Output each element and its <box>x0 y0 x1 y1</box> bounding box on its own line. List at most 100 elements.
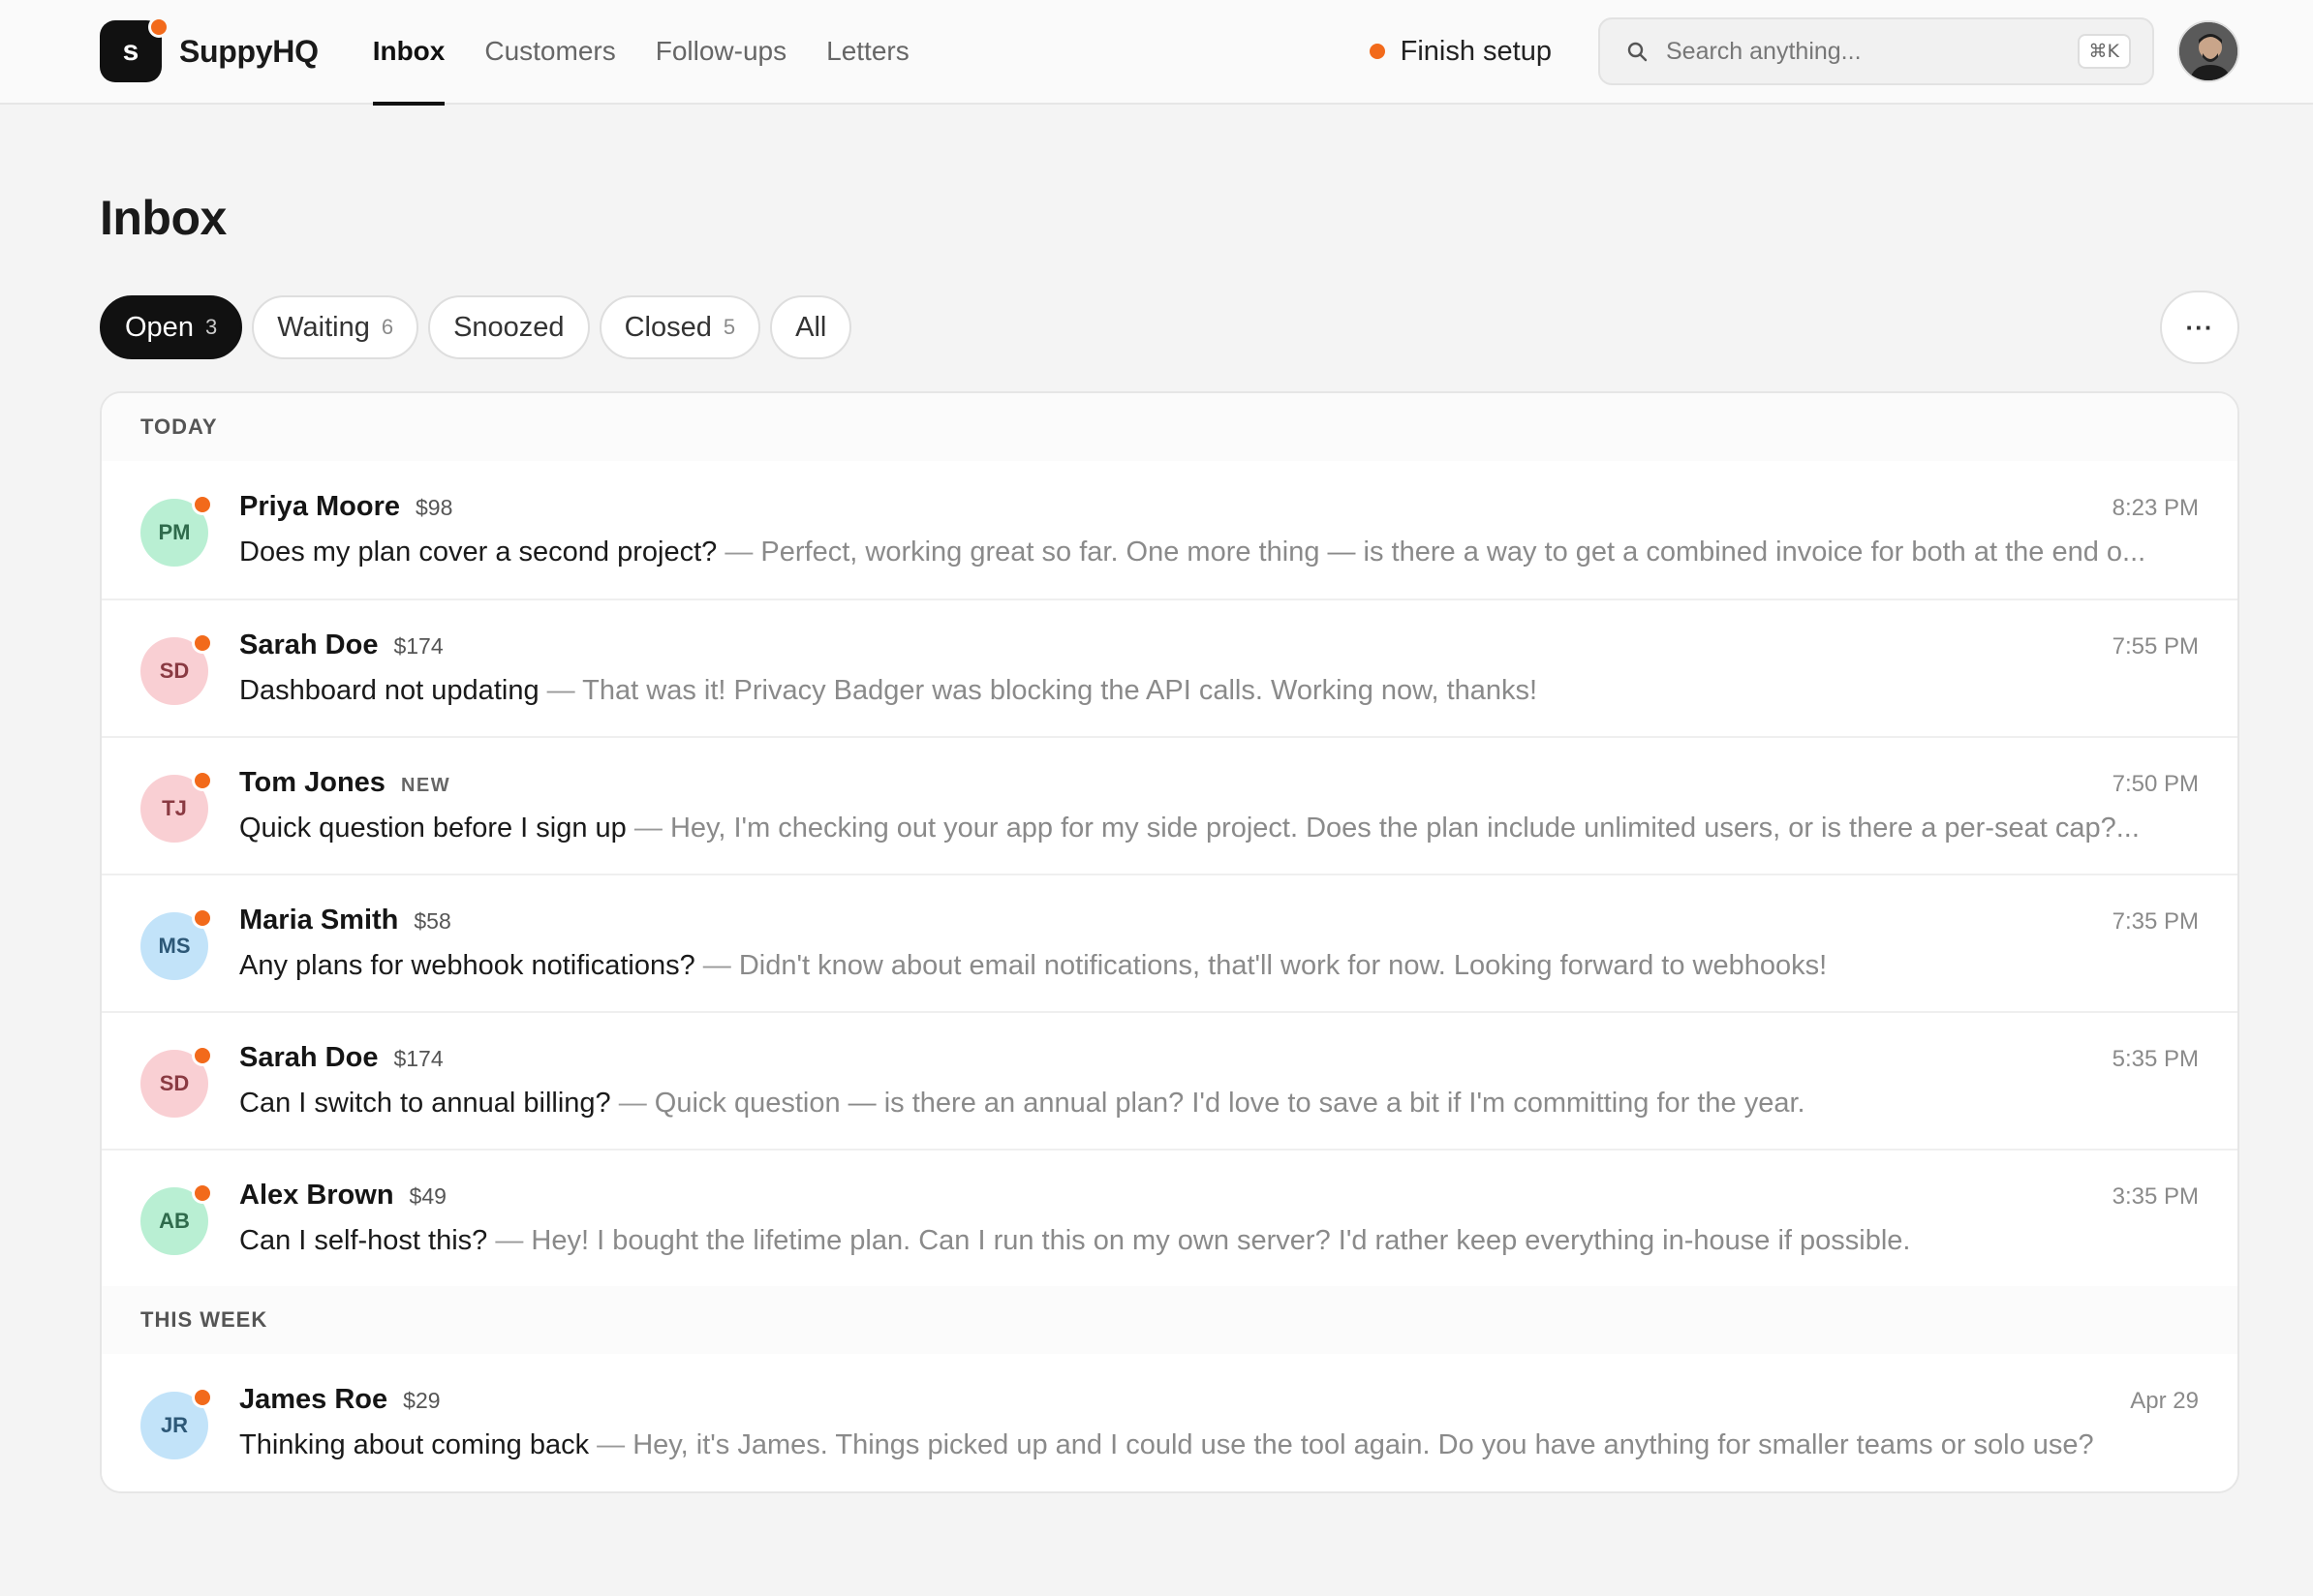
customer-avatar: SD <box>140 1045 213 1118</box>
conversation-summary: Quick question before I sign up — Hey, I… <box>239 813 2199 844</box>
conversation-header: Priya Moore $98 8:23 PM <box>239 491 2199 523</box>
nav-tab-inbox[interactable]: Inbox <box>372 0 445 106</box>
customer-value: $29 <box>403 1388 441 1413</box>
conversation-row[interactable]: JR James Roe $29 Apr 29 Thinking about comin… <box>102 1354 2237 1491</box>
app-name: SuppyHQ <box>179 33 319 69</box>
customer-avatar: PM <box>140 494 213 567</box>
filter-chip-label: Open <box>125 311 194 343</box>
section-header: THIS WEEK <box>102 1286 2237 1354</box>
conversation-body: Priya Moore $98 8:23 PM Does my plan cover … <box>239 491 2199 568</box>
logo-letter: s <box>122 35 139 67</box>
search-box[interactable]: ⌘K <box>1598 17 2154 85</box>
subject-separator: — <box>589 1429 633 1460</box>
nav-tab-follow-ups[interactable]: Follow-ups <box>656 0 786 104</box>
customer-value: $174 <box>393 1046 444 1071</box>
customer-avatar: TJ <box>140 770 213 843</box>
conversation-subject: Can I switch to annual billing? <box>239 1088 611 1119</box>
conversation-row[interactable]: PM Priya Moore $98 8:23 PM Does my plan cove… <box>102 461 2237 598</box>
finish-setup-button[interactable]: Finish setup <box>1369 36 1552 68</box>
user-avatar[interactable] <box>2177 20 2239 82</box>
filter-chip-snoozed[interactable]: Snoozed <box>428 295 590 359</box>
customer-value: $174 <box>393 633 444 659</box>
conversation-header: Alex Brown $49 3:35 PM <box>239 1180 2199 1212</box>
conversation-header: Maria Smith $58 7:35 PM <box>239 905 2199 936</box>
avatar-initials: SD <box>159 659 190 683</box>
filter-chip-all[interactable]: All <box>770 295 852 359</box>
conversation-row[interactable]: TJ Tom Jones NEW 7:50 PM Quick question befo… <box>102 736 2237 874</box>
conversation-summary: Can I self-host this? — Hey! I bought th… <box>239 1225 2199 1257</box>
conversation-summary: Does my plan cover a second project? — P… <box>239 537 2199 568</box>
subject-separator: — <box>626 813 670 844</box>
conversation-summary: Thinking about coming back — Hey, it's J… <box>239 1429 2199 1461</box>
conversation-body: Tom Jones NEW 7:50 PM Quick question before… <box>239 767 2199 844</box>
message-preview: Perfect, working great so far. One more … <box>760 537 2146 568</box>
customer-name: Sarah Doe <box>239 629 379 660</box>
conversation-summary: Dashboard not updating — That was it! Pr… <box>239 675 2199 707</box>
search-input[interactable] <box>1666 37 2078 66</box>
subject-separator: — <box>610 1088 655 1119</box>
more-options-button[interactable]: ··· <box>2160 291 2239 364</box>
nav-tab-customers[interactable]: Customers <box>484 0 615 104</box>
customer-name: Priya Moore <box>239 491 400 522</box>
conversation-header: Sarah Doe $174 5:35 PM <box>239 1042 2199 1074</box>
conversation-body: Alex Brown $49 3:35 PM Can I self-host this… <box>239 1180 2199 1257</box>
filter-chip-waiting[interactable]: Waiting 6 <box>252 295 419 359</box>
message-preview: Hey, it's James. Things picked up and I … <box>632 1429 2094 1460</box>
section-header: TODAY <box>102 393 2237 461</box>
message-preview: Hey, I'm checking out your app for my si… <box>669 813 2140 844</box>
subject-separator: — <box>487 1225 532 1256</box>
customer-value: $58 <box>414 908 451 934</box>
conversation-row[interactable]: AB Alex Brown $49 3:35 PM Can I self-host th… <box>102 1149 2237 1286</box>
main-content: Inbox Open 3 Waiting 6 Snoozed Closed 5 All ··· … <box>0 190 2313 1493</box>
conversation-time: 7:35 PM <box>2112 908 2199 935</box>
unread-dot <box>192 770 213 791</box>
conversation-row[interactable]: SD Sarah Doe $174 7:55 PM Dashboard not upda… <box>102 598 2237 736</box>
unread-dot <box>192 632 213 654</box>
conversation-body: James Roe $29 Apr 29 Thinking about coming … <box>239 1384 2199 1461</box>
customer-avatar: MS <box>140 907 213 980</box>
user-photo-icon <box>2179 22 2237 80</box>
avatar-initials: JR <box>160 1413 189 1437</box>
avatar-initials: MS <box>158 934 191 958</box>
conversation-time: 3:35 PM <box>2112 1183 2199 1210</box>
customer-name: Alex Brown <box>239 1180 394 1211</box>
conversation-body: Sarah Doe $174 5:35 PM Can I switch to annu… <box>239 1042 2199 1120</box>
avatar-initials: PM <box>158 520 191 544</box>
conversation-summary: Can I switch to annual billing? — Quick … <box>239 1088 2199 1120</box>
filter-chip-closed[interactable]: Closed 5 <box>599 295 761 359</box>
conversation-subject: Does my plan cover a second project? <box>239 537 718 568</box>
message-preview: Didn't know about email notifications, t… <box>738 950 1828 981</box>
nav-tab-letters[interactable]: Letters <box>826 0 910 104</box>
conversation-header: James Roe $29 Apr 29 <box>239 1384 2199 1416</box>
unread-dot <box>192 1387 213 1408</box>
conversation-row[interactable]: SD Sarah Doe $174 5:35 PM Can I switch to an… <box>102 1011 2237 1149</box>
message-preview: Quick question — is there an annual plan… <box>654 1088 1805 1119</box>
customer-name: Sarah Doe <box>239 1042 379 1073</box>
conversation-header: Sarah Doe $174 7:55 PM <box>239 629 2199 661</box>
customer-name: James Roe <box>239 1384 388 1415</box>
new-customer-badge: NEW <box>400 775 451 796</box>
search-shortcut-badge: ⌘K <box>2077 34 2131 69</box>
page-title: Inbox <box>100 191 227 245</box>
conversation-row[interactable]: MS Maria Smith $58 7:35 PM Any plans for web… <box>102 874 2237 1011</box>
customer-name: Maria Smith <box>239 905 399 936</box>
unread-dot <box>192 1045 213 1066</box>
conversation-header: Tom Jones NEW 7:50 PM <box>239 767 2199 799</box>
conversation-time: 7:50 PM <box>2112 771 2199 797</box>
filter-chip-open[interactable]: Open 3 <box>100 295 243 359</box>
subject-separator: — <box>539 675 583 706</box>
conversation-time: 7:55 PM <box>2112 633 2199 660</box>
conversation-subject: Dashboard not updating <box>239 675 540 706</box>
filter-chip-count: 3 <box>204 315 218 339</box>
filter-chip-count: 5 <box>723 315 736 339</box>
avatar-initials: TJ <box>162 796 187 820</box>
unread-dot <box>192 494 213 515</box>
conversation-summary: Any plans for webhook notifications? — D… <box>239 950 2199 982</box>
avatar-initials: AB <box>159 1209 190 1233</box>
main-nav: Inbox Customers Follow-ups Letters <box>372 0 949 106</box>
message-preview: That was it! Privacy Badger was blocking… <box>582 675 1538 706</box>
conversation-time: 8:23 PM <box>2112 495 2199 521</box>
conversation-subject: Thinking about coming back <box>239 1429 590 1460</box>
unread-dot <box>192 1182 213 1204</box>
logo[interactable]: s SuppyHQ <box>100 16 319 82</box>
